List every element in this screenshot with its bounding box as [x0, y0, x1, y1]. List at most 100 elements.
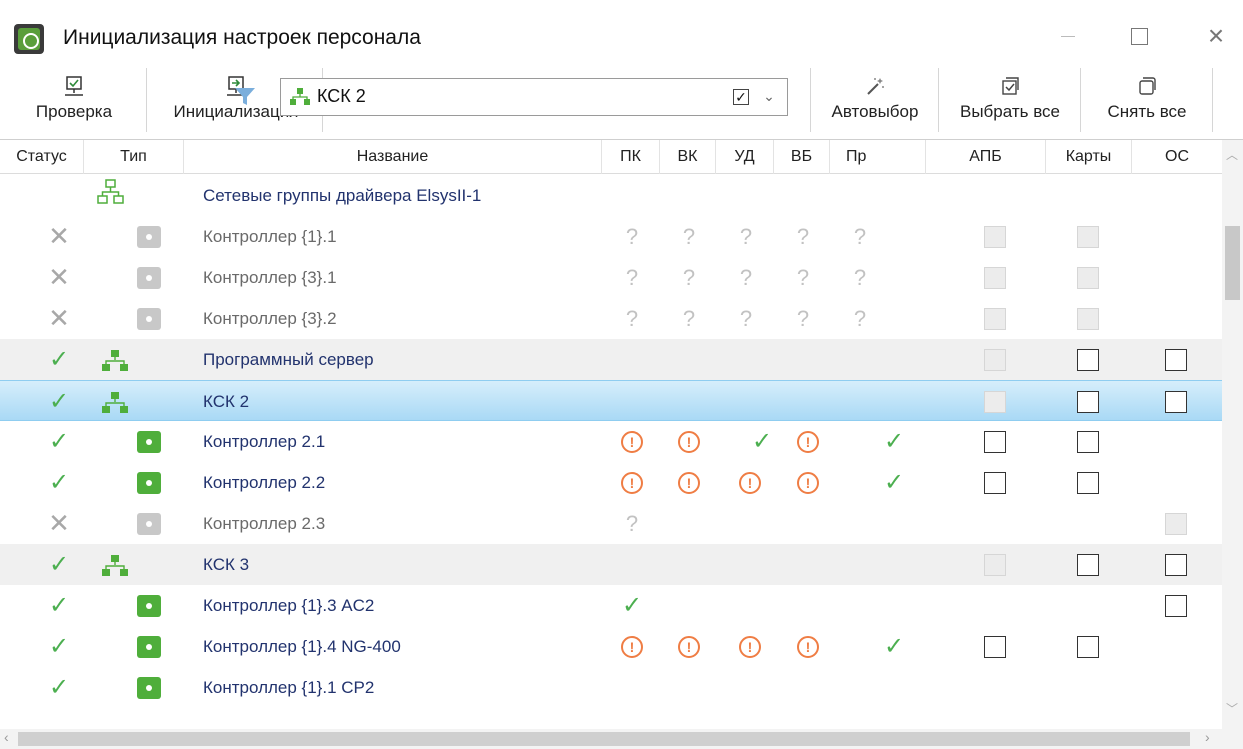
row-name: КСК 3 — [203, 555, 250, 574]
os-checkbox[interactable] — [1165, 391, 1187, 413]
warning-icon: ! — [797, 431, 819, 453]
scroll-left-icon[interactable]: ‹ — [4, 729, 9, 745]
table-row[interactable]: ✕ Контроллер {3}.2 ? ? ? ? ? — [0, 298, 1222, 339]
warning-icon: ! — [797, 472, 819, 494]
app-icon — [14, 24, 44, 54]
table-row[interactable]: ✓ Контроллер {1}.1 CP2 — [0, 667, 1222, 708]
scrollbar-thumb[interactable] — [18, 732, 1190, 746]
cards-checkbox[interactable] — [1077, 349, 1099, 371]
toolbar-separator — [146, 68, 147, 132]
os-checkbox[interactable] — [1165, 349, 1187, 371]
table-row[interactable]: ✓ Контроллер {1}.3 AC2 ✓ — [0, 585, 1222, 626]
apb-checkbox[interactable] — [984, 636, 1006, 658]
clear-all-button[interactable]: Снять все — [1086, 64, 1208, 136]
warning-icon: ! — [621, 636, 643, 658]
os-checkbox[interactable] — [1165, 595, 1187, 617]
column-header-cards[interactable]: Карты — [1046, 140, 1132, 174]
auto-select-button[interactable]: Автовыбор — [814, 64, 936, 136]
table-row[interactable]: ✕ Контроллер 2.3 ? — [0, 503, 1222, 544]
scroll-right-icon[interactable]: › — [1205, 729, 1210, 745]
column-header-name[interactable]: Название — [184, 140, 602, 174]
toolbar-separator — [810, 68, 811, 132]
table-row[interactable]: ✕ Контроллер {1}.1 ? ? ? ? ? — [0, 216, 1222, 257]
status-ok-icon: ✓ — [48, 388, 70, 415]
table-row[interactable]: ✓ Программный сервер — [0, 339, 1222, 380]
column-header-status[interactable]: Статус — [0, 140, 84, 174]
cards-checkbox — [1077, 226, 1099, 248]
unknown-icon: ? — [796, 306, 810, 331]
filter-checkbox[interactable]: ✓ — [733, 89, 749, 105]
status-ok-icon: ✓ — [48, 469, 70, 496]
table-row[interactable]: ✕ Контроллер {3}.1 ? ? ? ? ? — [0, 257, 1222, 298]
table-row[interactable]: ✓ Контроллер 2.1 ! ! ✓ ! ✓ — [0, 421, 1222, 462]
toolbar: Проверка Инициализация КСК 2 ✓ ⌄ Автовыб… — [0, 64, 1243, 140]
controller-icon — [137, 595, 161, 617]
warning-icon: ! — [797, 636, 819, 658]
scroll-down-icon[interactable]: ﹀ — [1226, 700, 1238, 717]
vertical-scrollbar[interactable]: ︿ ﹀ — [1222, 140, 1243, 729]
column-header-type[interactable]: Тип — [84, 140, 184, 174]
filter-value: КСК 2 — [317, 86, 366, 106]
filter-icon — [235, 88, 255, 105]
column-header-ud[interactable]: УД — [716, 140, 774, 174]
select-all-button[interactable]: Выбрать все — [942, 64, 1078, 136]
table-row[interactable]: ✓ КСК 3 — [0, 544, 1222, 585]
minimize-button[interactable] — [1045, 18, 1091, 54]
row-name: Контроллер {1}.1 CP2 — [203, 678, 375, 697]
network-icon — [102, 350, 128, 371]
network-icon — [102, 392, 128, 413]
column-header-os[interactable]: ОС — [1132, 140, 1222, 174]
select-all-icon — [1002, 77, 1019, 95]
os-checkbox[interactable] — [1165, 554, 1187, 576]
status-unavailable-icon: ✕ — [48, 262, 70, 292]
unknown-icon: ? — [682, 224, 696, 249]
scroll-up-icon[interactable]: ︿ — [1226, 146, 1238, 163]
column-header-apb[interactable]: АПБ — [926, 140, 1046, 174]
unknown-icon: ? — [682, 306, 696, 331]
ok-icon: ✓ — [621, 592, 643, 619]
status-unavailable-icon: ✕ — [48, 221, 70, 251]
scrollbar-thumb[interactable] — [1225, 226, 1240, 300]
network-icon — [290, 88, 310, 105]
table-row[interactable]: Сетевые группы драйвера ElsysII-1 — [0, 175, 1222, 216]
cards-checkbox[interactable] — [1077, 636, 1099, 658]
maximize-button[interactable] — [1115, 18, 1161, 54]
chevron-down-icon[interactable]: ⌄ — [761, 88, 777, 104]
column-header-pk[interactable]: ПК — [602, 140, 660, 174]
controller-icon — [137, 226, 161, 248]
column-header-vk[interactable]: ВК — [660, 140, 716, 174]
cards-checkbox[interactable] — [1077, 431, 1099, 453]
check-button[interactable]: Проверка — [6, 64, 142, 136]
unknown-icon: ? — [853, 265, 867, 290]
apb-checkbox[interactable] — [984, 472, 1006, 494]
controller-icon — [137, 513, 161, 535]
row-name: Контроллер {1}.1 — [203, 227, 337, 246]
cards-checkbox[interactable] — [1077, 472, 1099, 494]
column-header-pr[interactable]: Пр — [830, 140, 926, 174]
cards-checkbox[interactable] — [1077, 391, 1099, 413]
cards-checkbox — [1077, 267, 1099, 289]
column-header-vb[interactable]: ВБ — [774, 140, 830, 174]
magic-wand-icon — [867, 78, 884, 95]
cards-checkbox[interactable] — [1077, 554, 1099, 576]
warning-icon: ! — [678, 472, 700, 494]
unknown-icon: ? — [682, 265, 696, 290]
status-ok-icon: ✓ — [48, 428, 70, 455]
horizontal-scrollbar[interactable]: ‹ › — [0, 729, 1243, 749]
network-group-icon — [97, 179, 124, 204]
status-unavailable-icon: ✕ — [48, 303, 70, 333]
ok-icon: ✓ — [883, 469, 905, 496]
apb-checkbox[interactable] — [984, 431, 1006, 453]
row-name: Контроллер 2.2 — [203, 473, 326, 492]
apb-checkbox — [984, 554, 1006, 576]
row-name: КСК 2 — [203, 392, 250, 411]
table-row[interactable]: ✓ Контроллер {1}.4 NG-400 ! ! ! ! ✓ — [0, 626, 1222, 667]
apb-checkbox — [984, 391, 1006, 413]
table-row-selected[interactable]: ✓ КСК 2 — [0, 380, 1222, 421]
table-row[interactable]: ✓ Контроллер 2.2 ! ! ! ! ✓ — [0, 462, 1222, 503]
filter-combobox[interactable]: КСК 2 ✓ ⌄ — [280, 78, 788, 116]
close-button[interactable]: × — [1193, 18, 1239, 54]
toolbar-separator — [938, 68, 939, 132]
os-checkbox — [1165, 513, 1187, 535]
row-name: Контроллер 2.1 — [203, 432, 326, 451]
